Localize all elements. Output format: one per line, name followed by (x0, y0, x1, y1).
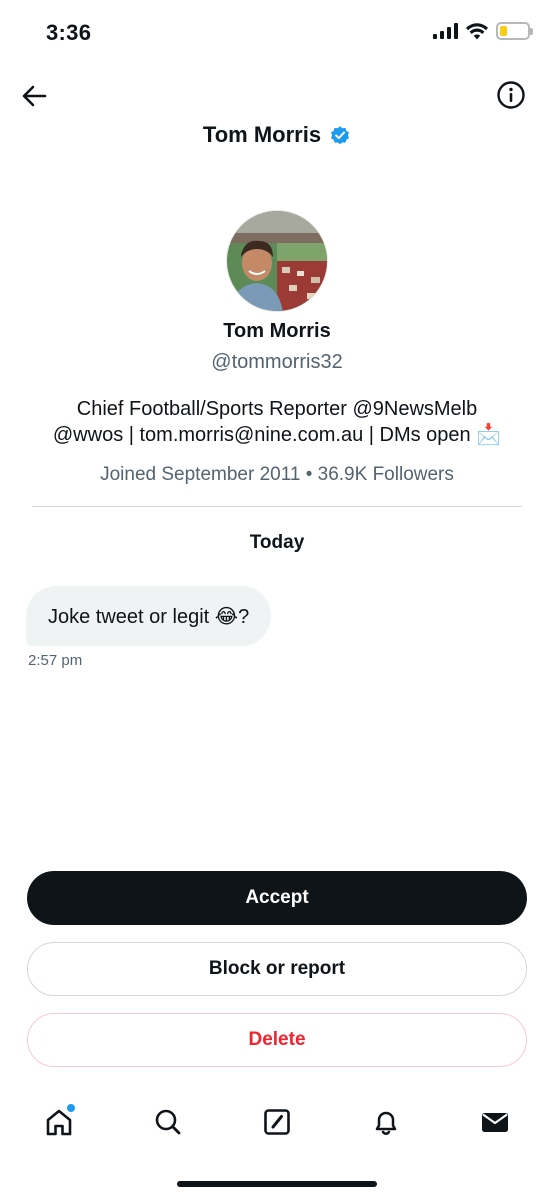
header-name: Tom Morris (202, 122, 322, 147)
conversation-header: Tom Morris (0, 70, 554, 160)
profile-bio: Chief Football/Sports Reporter @9NewsMel… (0, 396, 554, 448)
message-bubble[interactable]: Joke tweet or legit 😂? (26, 586, 272, 646)
status-bar: 3:36 (0, 0, 554, 66)
tab-bar (0, 1092, 554, 1152)
tab-search[interactable] (138, 1094, 198, 1150)
tab-compose[interactable] (247, 1094, 307, 1150)
profile-name: Tom Morris (223, 320, 331, 342)
profile-bio-line-1: Chief Football/Sports Reporter @9NewsMel… (76, 398, 478, 420)
wifi-icon (466, 22, 488, 39)
verified-badge-icon (331, 126, 350, 145)
accept-button[interactable]: Accept (27, 871, 527, 925)
back-button[interactable] (18, 80, 50, 112)
profile-meta: Joined September 2011 • 36.9K Followers (100, 464, 454, 485)
compose-icon (264, 1109, 290, 1135)
status-icons (433, 22, 533, 40)
tab-home[interactable] (29, 1094, 89, 1150)
delete-button[interactable]: Delete (27, 1013, 527, 1067)
profile-handle: @tommorris32 (211, 351, 343, 373)
header-title[interactable]: Tom Morris (0, 122, 554, 148)
profile-bio-line-2: @wwos | tom.morris@nine.com.au | DMs ope… (52, 424, 502, 446)
signal-icon (433, 23, 458, 39)
message-time: 2:57 pm (28, 652, 83, 669)
avatar[interactable] (226, 210, 328, 312)
search-icon (155, 1109, 181, 1135)
block-or-report-button[interactable]: Block or report (27, 942, 527, 996)
home-indicator (177, 1181, 377, 1187)
mail-icon (482, 1113, 509, 1132)
info-button[interactable] (496, 80, 526, 110)
tab-notifications[interactable] (356, 1094, 416, 1150)
divider (32, 506, 522, 507)
bell-icon (375, 1111, 397, 1135)
status-time: 3:36 (46, 20, 92, 45)
notification-dot (66, 1104, 75, 1112)
day-label: Today (249, 532, 305, 553)
profile-summary: Tom Morris @tommorris32 Chief Football/S… (0, 210, 554, 486)
battery-icon (496, 22, 533, 40)
avatar-photo (227, 211, 327, 311)
battery-level (500, 26, 507, 36)
tab-messages[interactable] (465, 1094, 525, 1150)
